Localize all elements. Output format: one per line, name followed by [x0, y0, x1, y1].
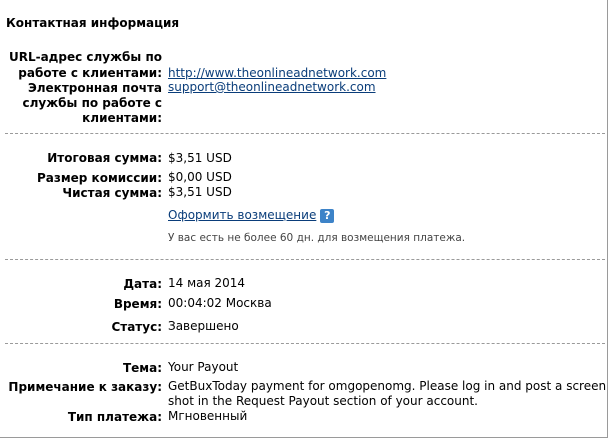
subject-value: Your Payout	[168, 360, 239, 374]
status-value: Завершено	[168, 319, 239, 333]
fee-value: $0,00 USD	[168, 170, 232, 184]
url-label-line-2: работе с клиентами:	[18, 66, 162, 80]
order-note-line-1: GetBuxToday payment for omgopenomg. Plea…	[168, 379, 607, 393]
time-label: Время:	[113, 297, 162, 311]
payment-type-value: Мгновенный	[168, 409, 248, 423]
separator	[5, 133, 605, 134]
date-value: 14 мая 2014	[168, 276, 246, 290]
issue-refund-link[interactable]: Оформить возмещение	[168, 208, 316, 222]
section-title: Контактная информация	[6, 16, 180, 30]
separator	[5, 343, 605, 344]
subject-label: Тема:	[122, 361, 162, 375]
email-label-line-2: службы по работе с	[22, 96, 162, 110]
order-note-label: Примечание к заказу:	[8, 380, 162, 394]
order-note-line-2: shot in the Request Payout section of yo…	[168, 394, 478, 408]
net-value: $3,51 USD	[168, 185, 232, 199]
status-label: Статус:	[111, 320, 162, 334]
customer-service-email-link[interactable]: support@theonlineadnetwork.com	[168, 79, 376, 95]
help-icon[interactable]: ?	[320, 208, 335, 223]
refund-note: У вас есть не более 60 дн. для возмещени…	[168, 232, 466, 244]
email-label-line-3: клиентами:	[82, 111, 162, 125]
separator	[5, 259, 605, 260]
total-value: $3,51 USD	[168, 151, 232, 165]
url-label-line-1: URL-адрес службы по	[8, 50, 162, 64]
refund-row: Оформить возмещение?	[168, 207, 335, 223]
date-label: Дата:	[123, 277, 162, 291]
net-label: Чистая сумма:	[62, 186, 162, 200]
payment-type-label: Тип платежа:	[67, 410, 162, 424]
email-label-line-1: Электронная почта	[27, 81, 162, 95]
fee-label: Размер комиссии:	[36, 171, 162, 185]
total-label: Итоговая сумма:	[47, 151, 162, 165]
time-value: 00:04:02 Москва	[168, 296, 272, 310]
